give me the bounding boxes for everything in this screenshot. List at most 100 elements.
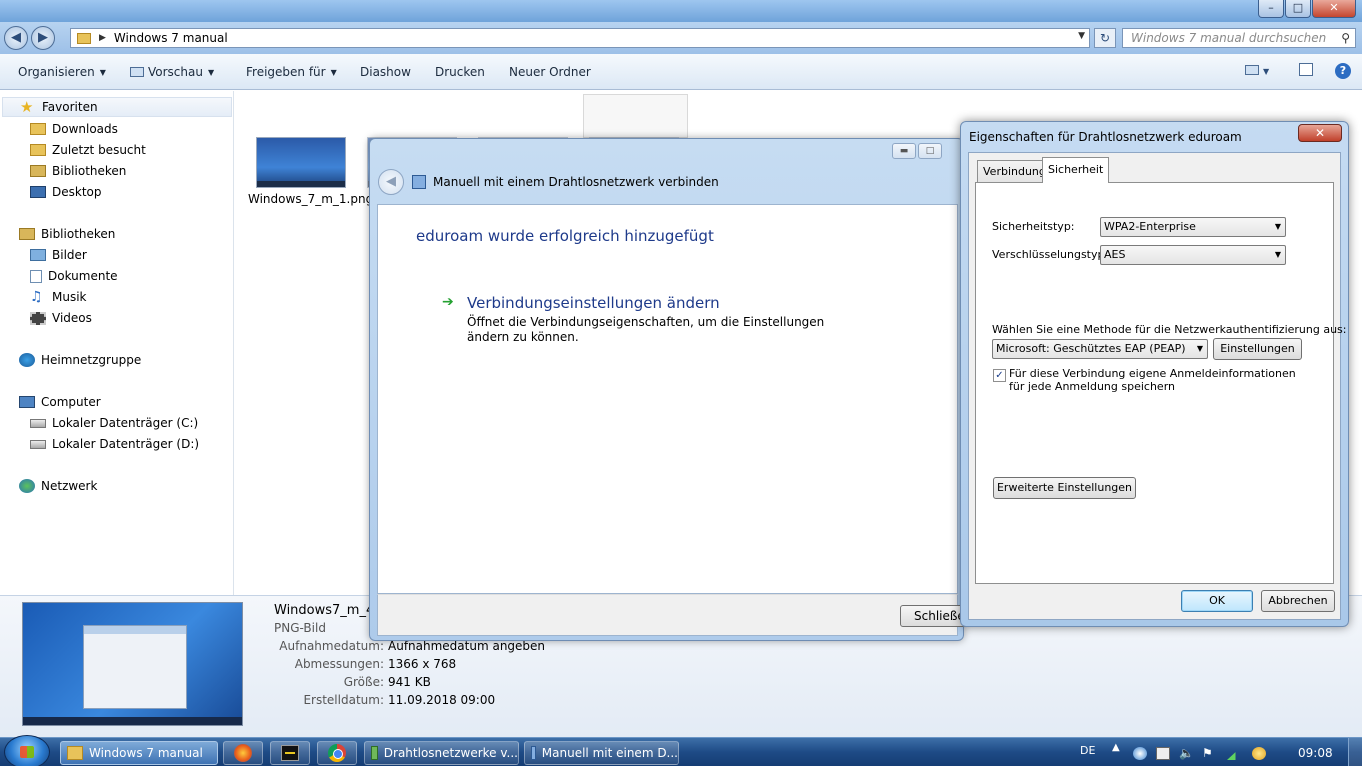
nav-recent[interactable]: Zuletzt besucht <box>30 140 146 160</box>
language-indicator[interactable]: DE <box>1080 744 1095 757</box>
pane-icon <box>1299 63 1313 76</box>
change-settings-link[interactable]: Verbindungseinstellungen ändern <box>467 294 720 312</box>
tab-security[interactable]: Sicherheit <box>1042 157 1110 183</box>
taskbar-pin-chrome[interactable] <box>317 741 357 765</box>
green-arrow-icon: ➔ <box>442 294 454 310</box>
nav-fav-libraries[interactable]: Bibliotheken <box>30 161 126 181</box>
nav-favorites[interactable]: ★ Favoriten <box>2 97 232 117</box>
close-button[interactable]: ✕ <box>1312 0 1356 18</box>
navigation-pane: ★ Favoriten Downloads Zuletzt besucht Bib… <box>0 91 234 595</box>
tab-connection[interactable]: Verbindung <box>977 160 1052 182</box>
nav-downloads[interactable]: Downloads <box>30 119 118 139</box>
chevron-down-icon: ▼ <box>99 68 106 77</box>
back-button[interactable]: ◀ <box>378 169 404 195</box>
minimize-button[interactable]: – <box>1258 0 1284 18</box>
nav-drive-c[interactable]: Lokaler Datenträger (C:) <box>30 413 198 433</box>
maximize-button[interactable]: □ <box>1285 0 1311 18</box>
details-preview-image <box>22 602 243 726</box>
wizard-footer: Schließen <box>377 594 970 636</box>
help-button[interactable]: ? <box>1335 63 1351 79</box>
preview-icon <box>130 67 144 77</box>
back-button[interactable]: ◀ <box>4 26 28 50</box>
view-icon <box>1245 65 1259 75</box>
wifi-signal-icon[interactable] <box>1227 747 1241 760</box>
details-row: Aufnahmedatum: Aufnahmedatum angeben <box>279 639 546 653</box>
settings-button[interactable]: Einstellungen <box>1213 338 1302 360</box>
address-bar[interactable]: ▶ Windows 7 manual ▼ <box>70 28 1090 48</box>
minimize-button[interactable]: ▬ <box>892 143 916 159</box>
new-folder-button[interactable]: Neuer Ordner <box>509 65 591 79</box>
dialog-title: Eigenschaften für Drahtlosnetzwerk eduro… <box>969 130 1242 144</box>
security-type-select[interactable]: WPA2-Enterprise ▼ <box>1100 217 1286 237</box>
start-button[interactable] <box>4 735 50 766</box>
forward-button[interactable]: ▶ <box>31 26 55 50</box>
nav-libraries[interactable]: Bibliotheken <box>19 224 115 244</box>
chevron-down-icon: ▼ <box>1274 222 1281 231</box>
remember-credentials-label: Für diese Verbindung eigene Anmeldeinfor… <box>1009 367 1296 393</box>
close-button[interactable]: ✕ <box>1298 124 1342 142</box>
recent-places-icon <box>30 144 46 156</box>
auth-method-select[interactable]: Microsoft: Geschütztes EAP (PEAP) ▼ <box>992 339 1208 359</box>
file-name-label[interactable]: Windows_7_m_1.png <box>248 192 373 207</box>
chevron-down-icon: ▼ <box>330 68 337 77</box>
chevron-down-icon: ▼ <box>1196 344 1203 353</box>
organize-menu[interactable]: Organisieren ▼ <box>18 65 106 79</box>
preview-pane-button[interactable] <box>1299 63 1317 78</box>
taskbar-pin-terminal[interactable] <box>270 741 310 765</box>
taskbar-item-explorer[interactable]: Windows 7 manual <box>60 741 218 765</box>
advanced-settings-button[interactable]: Erweiterte Einstellungen <box>993 477 1136 499</box>
nav-homegroup[interactable]: Heimnetzgruppe <box>19 350 141 370</box>
taskbar-item-wireless-networks[interactable]: Drahtlosnetzwerke v... <box>364 741 519 765</box>
drive-icon <box>30 439 46 449</box>
encryption-type-select[interactable]: AES ▼ <box>1100 245 1286 265</box>
ok-button[interactable]: OK <box>1181 590 1253 612</box>
nav-videos[interactable]: Videos <box>30 308 92 328</box>
security-tab-panel: Sicherheitstyp: WPA2-Enterprise ▼ Verschl… <box>975 182 1347 584</box>
breadcrumb-separator-icon[interactable]: ▶ <box>99 33 106 43</box>
chevron-up-icon[interactable]: ▲ <box>1112 742 1120 753</box>
show-desktop-button[interactable] <box>1348 738 1362 766</box>
taskbar-pin-firefox[interactable] <box>223 741 263 765</box>
explorer-titlebar[interactable]: – □ ✕ <box>0 0 1362 22</box>
maximize-button[interactable]: □ <box>918 143 942 159</box>
search-input[interactable]: Windows 7 manual durchsuchen ⚲ <box>1122 28 1356 48</box>
nav-documents[interactable]: Dokumente <box>30 266 118 286</box>
desktop-icon <box>30 186 46 198</box>
nav-desktop[interactable]: Desktop <box>30 182 102 202</box>
network-connection-icon <box>412 175 426 189</box>
share-menu[interactable]: Freigeben für ▼ <box>246 65 337 79</box>
chevron-down-icon: ▼ <box>207 68 215 77</box>
volume-icon[interactable]: 🔈 <box>1179 747 1194 760</box>
notification-icon[interactable] <box>1252 747 1266 760</box>
globe-icon[interactable] <box>1133 747 1147 760</box>
nav-network[interactable]: Netzwerk <box>19 476 97 496</box>
preview-menu[interactable]: Vorschau ▼ <box>130 65 214 79</box>
command-bar: Organisieren ▼ Vorschau ▼ Freigeben für ▼ D… <box>0 54 1362 90</box>
file-thumbnail[interactable] <box>256 137 346 188</box>
folder-icon <box>67 746 83 760</box>
firefox-icon <box>234 744 252 762</box>
breadcrumb-item[interactable]: Windows 7 manual <box>114 31 228 45</box>
clock[interactable]: 09:08 <box>1298 746 1333 760</box>
nav-music[interactable]: ♫ Musik <box>30 287 87 307</box>
video-icon <box>30 311 46 325</box>
refresh-button[interactable]: ↻ <box>1094 28 1116 48</box>
slideshow-button[interactable]: Diashow <box>360 65 411 79</box>
selected-file-highlight[interactable] <box>583 94 688 138</box>
nav-pictures[interactable]: Bilder <box>30 245 87 265</box>
arrow-left-icon: ◀ <box>11 30 21 45</box>
view-options-button[interactable]: ▼ <box>1245 63 1269 77</box>
arrow-right-icon: ▶ <box>38 30 48 45</box>
taskbar-item-connect-wizard[interactable]: Manuell mit einem D... <box>524 741 679 765</box>
search-icon[interactable]: ⚲ <box>1341 29 1350 47</box>
wizard-body: eduroam wurde erfolgreich hinzugefügt ➔ … <box>377 204 958 594</box>
cancel-button[interactable]: Abbrechen <box>1261 590 1335 612</box>
nav-drive-d[interactable]: Lokaler Datenträger (D:) <box>30 434 199 454</box>
refresh-icon: ↻ <box>1099 31 1111 45</box>
chevron-down-icon[interactable]: ▼ <box>1078 31 1085 41</box>
device-icon[interactable] <box>1156 747 1170 760</box>
flag-icon[interactable]: ⚑ <box>1202 747 1216 760</box>
nav-computer[interactable]: Computer <box>19 392 101 412</box>
remember-credentials-checkbox[interactable]: ✓ <box>993 369 1006 382</box>
print-button[interactable]: Drucken <box>435 65 485 79</box>
